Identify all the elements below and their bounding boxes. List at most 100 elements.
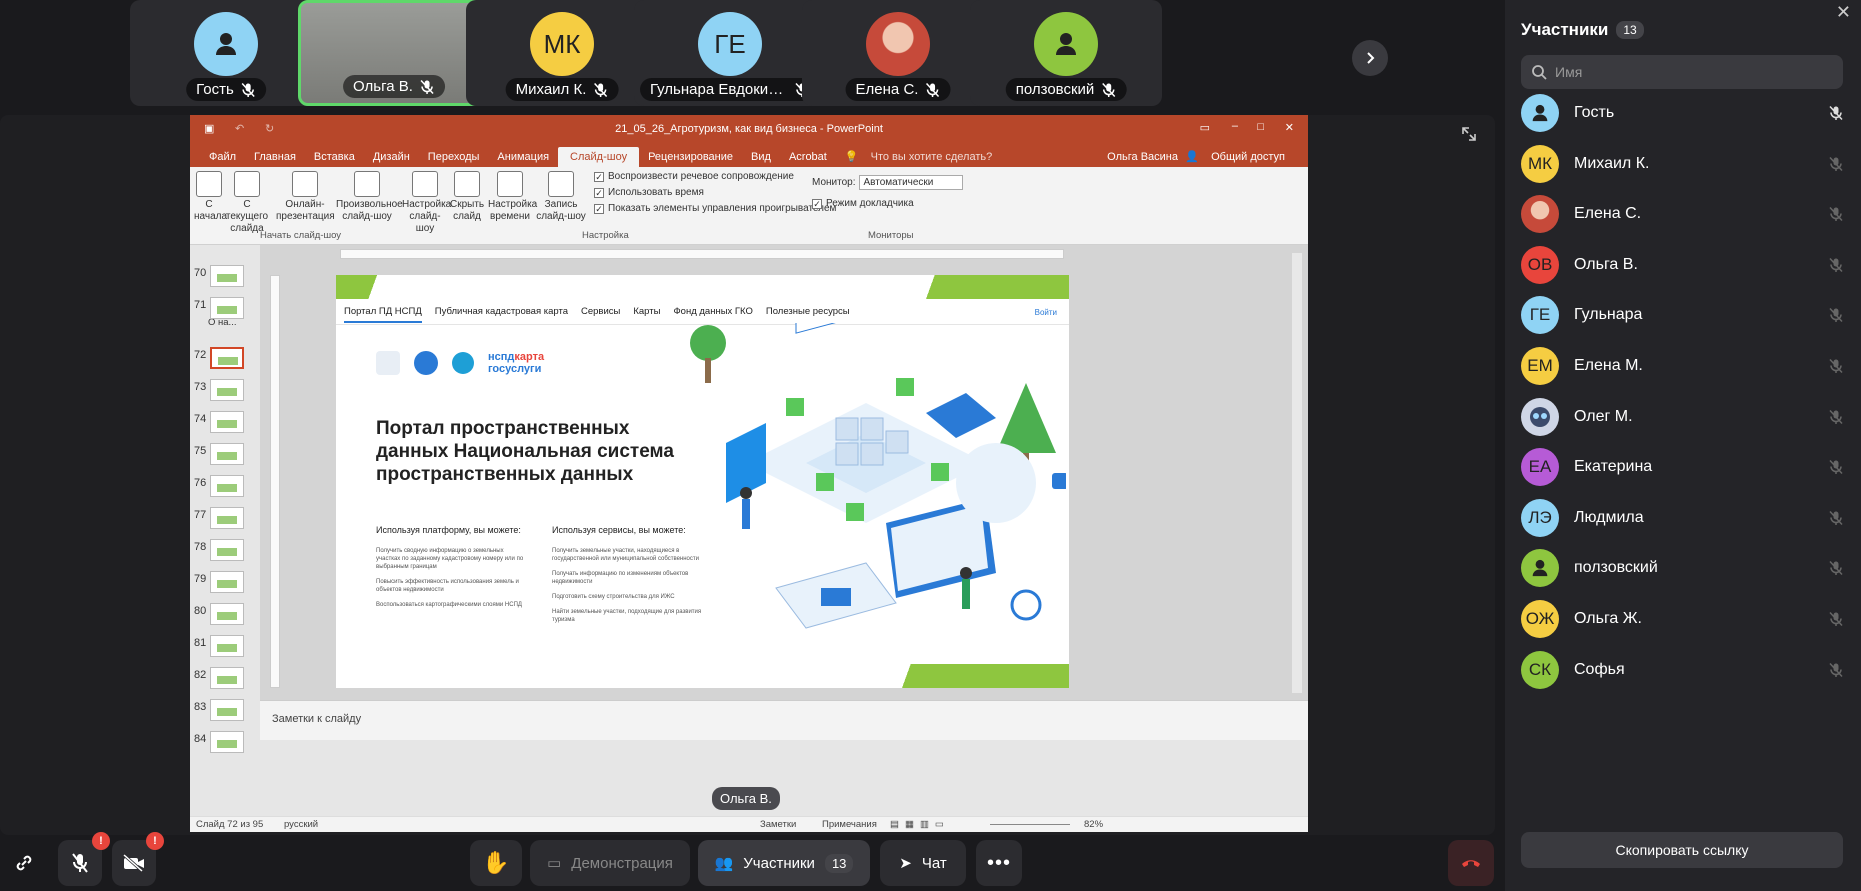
custom-show-button[interactable]: Произвольное слайд-шоу [336, 171, 403, 223]
hide-slide-button[interactable]: Скрыть слайд [450, 171, 484, 223]
slide-number: 81 [194, 637, 207, 649]
isometric-illustration [690, 323, 1066, 629]
from-beginning-button[interactable]: С начала [194, 171, 227, 223]
ribbon-tab[interactable]: Рецензирование [639, 151, 742, 167]
participant-tile[interactable]: Ольга В. [298, 0, 490, 106]
comments-button[interactable]: Примечания [822, 819, 877, 830]
slide-thumbnail[interactable]: 72 [190, 345, 254, 375]
slide-thumbnail[interactable]: 78 [190, 537, 254, 567]
search-input[interactable] [1555, 64, 1835, 80]
participant-row[interactable]: Елена С. [1521, 190, 1851, 238]
record-show-label: Запись слайд-шоу [536, 199, 586, 222]
next-tiles-button[interactable] [1352, 40, 1388, 76]
participant-row[interactable]: ГЕ Гульнара [1521, 291, 1851, 339]
media-controls-checkbox[interactable]: ✓ Показать элементы управления проигрыват… [594, 203, 836, 214]
slide-thumbnail[interactable]: 76 [190, 473, 254, 503]
participant-row[interactable]: МК Михаил К. [1521, 140, 1851, 188]
participant-search[interactable] [1521, 55, 1843, 89]
ribbon-tab[interactable]: Файл [200, 151, 245, 167]
chat-button[interactable]: ➤ Чат [880, 840, 966, 886]
thumbnail-image [210, 411, 244, 433]
participants-button[interactable]: 👥 Участники 13 [698, 840, 870, 886]
participant-row[interactable]: Гость [1521, 89, 1851, 137]
minimize-icon[interactable]: – [1232, 120, 1238, 132]
view-buttons[interactable]: ▤▦▥▭ [890, 819, 950, 830]
participant-tile[interactable]: Гость [130, 0, 322, 106]
slide-thumbnail[interactable]: 81 [190, 633, 254, 663]
participant-row[interactable]: ОВ Ольга В. [1521, 241, 1851, 289]
ribbon-tab[interactable]: Вставка [305, 151, 364, 167]
participant-tile[interactable]: МК Михаил К. [466, 0, 658, 106]
slide-thumbnail[interactable]: 80 [190, 601, 254, 631]
slide-thumbnail[interactable]: 75 [190, 441, 254, 471]
participant-tile[interactable]: ползовский [970, 0, 1162, 106]
slide-number: 83 [194, 701, 207, 713]
copy-link-button[interactable]: Скопировать ссылку [1521, 832, 1843, 868]
slide-thumbnail[interactable]: 83 [190, 697, 254, 727]
ribbon-options-icon[interactable]: ▭ [1200, 121, 1210, 134]
participant-row[interactable]: ЕМ Елена М. [1521, 342, 1851, 390]
setup-show-button[interactable]: Настройка слайд-шоу [402, 171, 451, 235]
share-label: Общий доступ [1211, 151, 1285, 163]
participant-name: Олег М. [1574, 407, 1633, 425]
slide-nav-item: Карты [633, 306, 661, 317]
monitor-select[interactable]: Монитор: Автоматически [812, 175, 964, 190]
online-presentation-button[interactable]: Онлайн-презентация [276, 171, 335, 223]
slide-thumbnail[interactable]: 84 [190, 729, 254, 759]
record-show-button[interactable]: Запись слайд-шоу [532, 171, 590, 223]
tile-name: Михаил К. [505, 78, 619, 101]
presenter-view-checkbox[interactable]: ✓ Режим докладчика [812, 198, 914, 209]
slide-thumbnail[interactable]: 82 [190, 665, 254, 695]
participant-row[interactable]: ЕА Екатерина [1521, 443, 1851, 491]
rehearse-timings-button[interactable]: Настройка времени [488, 171, 537, 223]
comments-button-label: Примечания [822, 819, 877, 830]
ppt-tabs: Файл Главная Вставка Дизайн Переходы Анимация… [190, 145, 1308, 167]
ribbon-tab[interactable]: Слайд-шоу [558, 147, 640, 167]
ribbon-tab[interactable]: Анимация [488, 151, 558, 167]
notes-pane[interactable]: Заметки к слайду [260, 700, 1308, 740]
tell-me-box[interactable]: 💡 Что вы хотите сделать? [836, 150, 1010, 167]
slide-thumbnail[interactable]: 70 [190, 263, 254, 293]
participant-row[interactable]: ОЖ Ольга Ж. [1521, 595, 1851, 643]
slide-thumbnail[interactable]: 77 [190, 505, 254, 535]
participant-row[interactable]: ползовский [1521, 544, 1851, 592]
slide-thumbnail[interactable]: 73 [190, 377, 254, 407]
notes-button[interactable]: Заметки [760, 819, 796, 830]
participant-tile[interactable]: ГЕ Гульнара Евдоким... [634, 0, 826, 106]
maximize-icon[interactable]: □ [1257, 121, 1264, 133]
raise-hand-button[interactable]: ✋ [470, 840, 522, 886]
tile-name: Гость [186, 78, 266, 101]
more-button[interactable]: ••• [976, 840, 1022, 886]
zoom-slider[interactable] [990, 824, 1070, 825]
camera-toggle-button[interactable]: ! [112, 832, 164, 886]
slide-scrollbar[interactable] [1292, 253, 1302, 693]
narration-checkbox[interactable]: ✓ Воспроизвести речевое сопровождение [594, 171, 794, 182]
tile-name-text: Елена С. [855, 81, 919, 98]
participant-row[interactable]: ЛЭ Людмила [1521, 494, 1851, 542]
ppt-ribbon: С начала С текущего слайда Онлайн-презен… [190, 167, 1308, 245]
demonstration-button[interactable]: ▭ Демонстрация [530, 840, 690, 886]
copy-link-icon-button[interactable] [6, 840, 42, 886]
from-current-button[interactable]: С текущего слайда [224, 171, 270, 235]
participant-row[interactable]: СК Софья [1521, 646, 1851, 694]
hang-up-button[interactable] [1448, 840, 1494, 886]
slide-thumbnail[interactable]: 74 [190, 409, 254, 439]
share-button[interactable]: 👤 Общий доступ [1185, 150, 1294, 163]
close-icon[interactable]: ✕ [1285, 121, 1294, 134]
slide-thumbnail[interactable]: 79 [190, 569, 254, 599]
rehearse-timings-label: Настройка времени [488, 199, 538, 222]
slide-thumbnail[interactable]: 71 [190, 295, 254, 325]
ribbon-tab[interactable]: Дизайн [364, 151, 419, 167]
horizontal-ruler [340, 249, 1064, 259]
timings-checkbox[interactable]: ✓ Использовать время [594, 187, 704, 198]
participant-avatar: ГЕ [1521, 296, 1559, 335]
ribbon-tab[interactable]: Переходы [419, 151, 489, 167]
participant-tile[interactable]: Елена С. [802, 0, 994, 106]
close-panel-icon[interactable]: ✕ [1836, 2, 1851, 23]
ribbon-tab[interactable]: Вид [742, 151, 780, 167]
expand-icon[interactable] [1460, 125, 1478, 148]
mic-toggle-button[interactable]: ! [58, 832, 110, 886]
participant-row[interactable]: Олег М. [1521, 393, 1851, 441]
ribbon-tab[interactable]: Acrobat [780, 151, 836, 167]
ribbon-tab[interactable]: Главная [245, 151, 305, 167]
